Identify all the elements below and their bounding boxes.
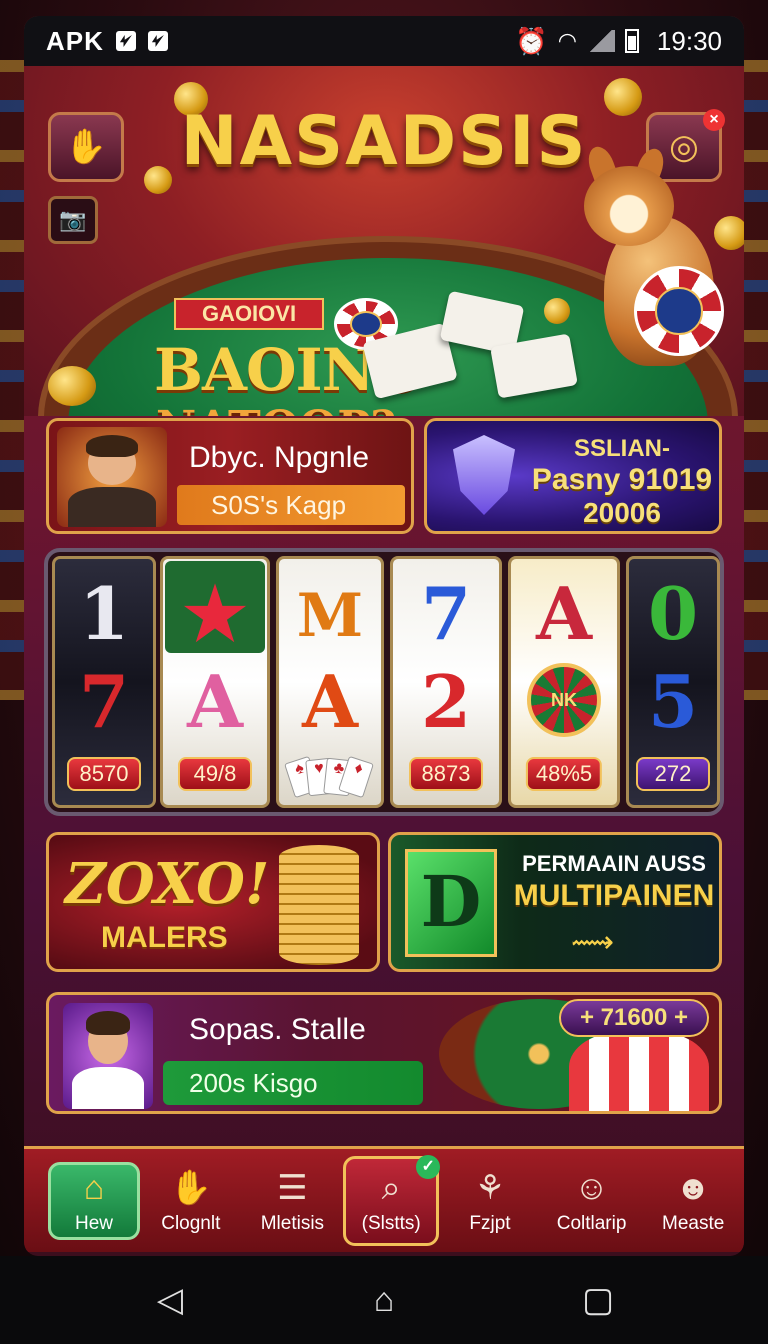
arrow-right-icon: ⟿ [571,926,615,959]
reel-symbol: 2 [420,659,472,744]
reel-symbol: A [187,659,243,744]
notification-icon [115,31,136,51]
reel-symbol: 5 [647,659,699,744]
document-icon: ☰ [277,1168,308,1207]
promo-subtitle: MALERS [101,921,228,954]
nav-item-measte[interactable]: ☻ Measte [642,1149,744,1252]
system-nav-bar: ◁ ⌂ ▢ [0,1256,768,1344]
jackpot-counter: + 71600 + [559,999,709,1037]
hand-icon: ✋ [169,1168,212,1207]
promo-label: PERMAAIN AUSS [522,851,706,876]
banner-title: Pasny 91019 [531,463,713,496]
nav-label: Mletisis [260,1212,325,1234]
promo-card-left[interactable]: ZOXO! MALERS [46,832,380,972]
avatar [57,427,167,527]
check-icon: ✓ [416,1154,441,1179]
reel-symbol: 7 [420,571,472,656]
banner-action-pill[interactable]: 200s Kisgo [163,1061,423,1105]
squirrel-mascot [564,143,734,386]
status-time: 19:30 [656,25,722,56]
feature-banner-right[interactable]: SSLIAN- Pasny 91019 20006 [424,418,722,534]
bottom-nav: ⌂ Hew ✋ Clognlt ☰ Mletisis ⌕ (Slstts) ✓ … [24,1146,744,1252]
coin-stack-icon [279,845,359,965]
nav-item-coltlarip[interactable]: ☺ Coltlarip [541,1149,643,1252]
nav-label: Fzjpt [469,1212,511,1234]
reel-value: 48%5 [525,757,603,791]
reel-column: 7 2 8873 [390,556,502,808]
alarm-icon: ⏰ [515,25,548,56]
close-icon[interactable]: × [703,109,725,131]
wifi-icon: ◠ [557,28,577,53]
camera-button[interactable]: 📷 [48,196,98,244]
banner-title: Sopas. Stalle [189,1013,366,1046]
reel-symbol: A [536,571,592,656]
reel-column: 0 5 272 [626,556,720,808]
feature-banner-bottom[interactable]: Sopas. Stalle 200s Kisgo + 71600 + [46,992,722,1114]
casino-chip [634,266,724,356]
reel-value: 49/8 [178,757,252,791]
signal-icon [586,30,615,52]
nav-item-search[interactable]: ⌕ (Slstts) ✓ [343,1154,441,1246]
person-icon: ☺ [574,1168,609,1207]
reel-column: M A ♠ ♥ ♣ ♦ [276,556,384,808]
slot-reels[interactable]: 1 7 8570 ★ A 49/8 M A ♠ ♥ ♣ ♦ 7 2 8873 A [44,548,724,816]
back-icon[interactable]: ◁ [152,1282,188,1318]
reel-value: 8873 [409,757,483,791]
nav-label: Measte [662,1212,725,1234]
banner-title: Dbyc. Npgnle [189,441,370,474]
reel-symbol: M [296,581,364,651]
gold-coin [48,366,96,406]
roulette-chip-icon: NK [527,663,601,737]
hero-ribbon: GAOIOVI [174,298,324,330]
playing-cards-icon: ♠ ♥ ♣ ♦ [284,755,375,799]
status-bar: APK ⏰ ◠ 19:30 [24,16,744,66]
shield-icon [453,435,515,515]
search-icon: ⌕ [381,1168,401,1207]
hero-promo-subline: NATOOP? [156,402,396,416]
reel-symbol: 0 [647,571,699,656]
letter-tile-icon: D [405,849,497,957]
promo-headline: ZOXO! [65,851,270,917]
reel-value: 8570 [67,757,141,791]
nav-label: (Slstts) [361,1212,421,1234]
nav-item-home[interactable]: ⌂ Hew [48,1161,140,1240]
person-icon: ☻ [675,1168,712,1207]
star-icon: ★ [182,571,248,656]
figure-icon: ⚘ [474,1168,506,1207]
avatar [63,1003,153,1109]
promo-card-right[interactable]: D PERMAAIN AUSS MULTIPAINEN ⟿ [388,832,722,972]
reel-column: ★ A 49/8 [160,556,270,808]
nav-label: Clognlt [161,1212,221,1234]
reel-symbol: 7 [78,659,130,744]
reel-symbol: 1 [78,571,130,656]
app-screen: APK ⏰ ◠ 19:30 NASADSIS ✋ 📷 ◎ × GAOIOVI B… [24,16,744,1256]
nav-item-clognlt[interactable]: ✋ Clognlt [140,1149,242,1252]
hand-icon: ✋ [64,128,108,166]
reel-column: 1 7 8570 [52,556,156,808]
banner-amount: 20006 [583,497,661,528]
reel-symbol: A [302,659,358,744]
notification-icon [147,31,168,51]
nav-item-fzjpt[interactable]: ⚘ Fzjpt [439,1149,541,1252]
status-app-label: APK [46,25,104,56]
home-icon: ⌂ [83,1168,105,1207]
nav-label: Hew [74,1212,113,1234]
promo-headline: MULTIPAINEN [513,879,715,912]
camera-icon: 📷 [59,207,87,232]
battery-icon [624,29,639,53]
profile-button[interactable]: ✋ [48,112,124,182]
reel-value: 272 [636,757,710,791]
feature-banner-left[interactable]: Dbyc. Npgnle S0S's Kagp [46,418,414,534]
recents-icon[interactable]: ▢ [580,1282,616,1318]
nav-label: Coltlarip [556,1212,627,1234]
tent-decoration [569,1031,709,1111]
hero-banner[interactable]: NASADSIS ✋ 📷 ◎ × GAOIOVI BAOINO NATOOP? [24,66,744,416]
reel-column: A NK 48%5 [508,556,620,808]
nav-item-mletisis[interactable]: ☰ Mletisis [242,1149,344,1252]
home-icon[interactable]: ⌂ [366,1282,402,1318]
banner-label: SSLIAN- [574,435,670,462]
banner-action-pill[interactable]: S0S's Kagp [177,485,405,525]
